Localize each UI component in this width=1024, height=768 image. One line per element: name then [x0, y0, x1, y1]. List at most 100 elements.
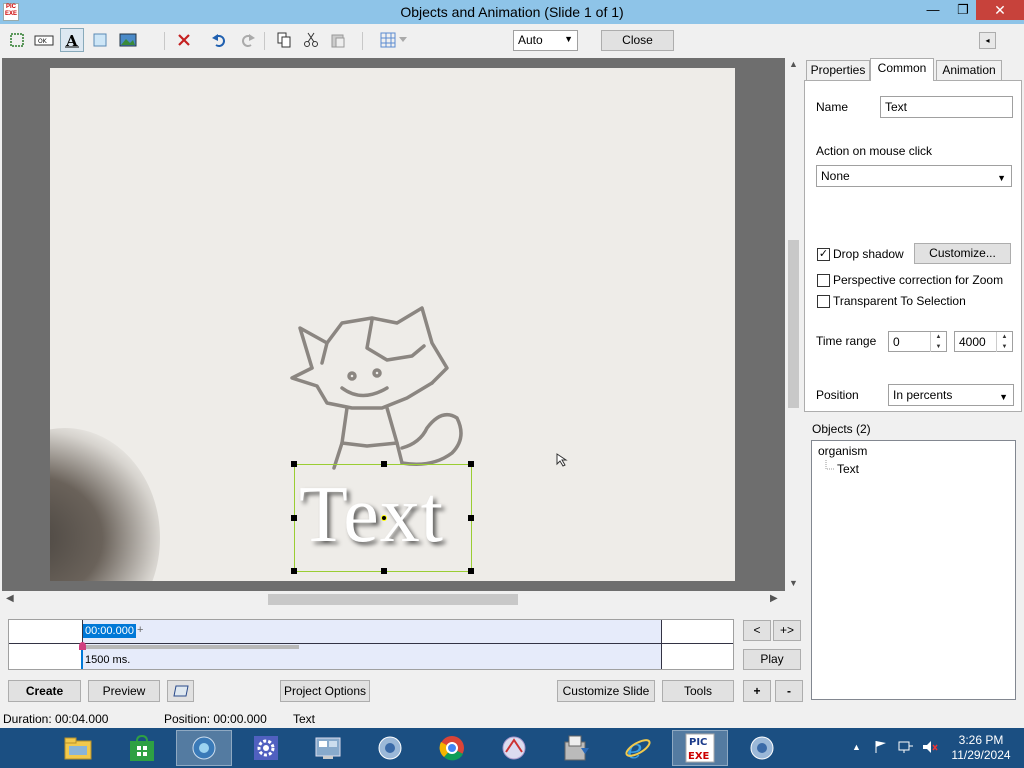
add-button-icon[interactable]: OK — [32, 28, 56, 52]
position-select[interactable]: In percents ▼ — [888, 384, 1014, 406]
scroll-left-icon[interactable]: ◀ — [6, 593, 14, 604]
maximize-button[interactable]: ❐ — [948, 0, 978, 20]
transparent-label: Transparent To Selection — [833, 294, 966, 308]
chrome-icon[interactable] — [424, 730, 480, 766]
undo-icon[interactable] — [207, 28, 231, 52]
clock[interactable]: 3:26 PM 11/29/2024 — [944, 733, 1018, 763]
timeline-keyframe-marker[interactable] — [79, 642, 86, 650]
time-range-start-input[interactable]: 0 ▲ ▼ — [888, 331, 947, 352]
drop-shadow-label: Drop shadow — [833, 247, 904, 261]
picture-to-exe-icon[interactable]: PIC EXE — [672, 730, 728, 766]
file-explorer-icon[interactable] — [50, 730, 106, 766]
canvas-vertical-scrollbar[interactable]: ▲ ▼ — [785, 58, 802, 591]
spinner-arrows-icon[interactable]: ▲ ▼ — [996, 332, 1012, 352]
grid-dropdown-icon[interactable] — [396, 28, 410, 52]
scroll-down-icon[interactable]: ▼ — [789, 578, 798, 588]
add-rectangle-icon[interactable] — [88, 28, 112, 52]
slide-view-icon — [172, 685, 189, 697]
add-object-button[interactable]: + — [743, 680, 771, 702]
remove-object-button[interactable]: - — [775, 680, 803, 702]
redo-icon[interactable] — [236, 28, 260, 52]
selected-text-object[interactable]: Text — [291, 461, 474, 574]
center-handle[interactable] — [381, 515, 387, 521]
resize-handle-se[interactable] — [468, 568, 474, 574]
perspective-label: Perspective correction for Zoom — [833, 273, 1004, 287]
status-bar: Duration: 00:04.000 Position: 00:00.000 … — [0, 711, 1024, 728]
objects-tree[interactable]: organism Text — [811, 440, 1016, 700]
scroll-up-icon[interactable]: ▲ — [789, 59, 798, 69]
tree-connector-icon — [825, 460, 835, 470]
customize-shadow-button[interactable]: Customize... — [914, 243, 1011, 264]
control-panel-icon[interactable] — [300, 730, 356, 766]
zoom-select[interactable]: Auto ▼ — [513, 30, 578, 51]
app-12-icon[interactable] — [734, 730, 790, 766]
organism-drawing[interactable] — [272, 268, 482, 478]
name-input[interactable]: Text — [880, 96, 1013, 118]
tab-properties[interactable]: Properties — [806, 60, 870, 80]
store-icon[interactable] — [114, 730, 170, 766]
close-window-button[interactable]: ✕ — [976, 0, 1024, 20]
timeline-divider — [9, 643, 733, 644]
action-select[interactable]: None ▼ — [816, 165, 1012, 187]
position-label: Position — [816, 388, 859, 402]
timeline-duration-bar[interactable] — [83, 645, 299, 649]
network-icon[interactable] — [898, 740, 914, 757]
chevron-down-icon: ▼ — [564, 34, 573, 44]
copy-icon[interactable] — [272, 28, 296, 52]
tools-button[interactable]: Tools — [662, 680, 734, 702]
resize-handle-s[interactable] — [381, 568, 387, 574]
delete-icon[interactable] — [172, 28, 196, 52]
spinner-arrows-icon[interactable]: ▲ ▼ — [930, 332, 946, 352]
slide-canvas-area[interactable]: Text — [2, 58, 785, 591]
resize-handle-sw[interactable] — [291, 568, 297, 574]
preview-button[interactable]: Preview — [88, 680, 160, 702]
tab-animation[interactable]: Animation — [936, 60, 1002, 80]
resize-handle-nw[interactable] — [291, 461, 297, 467]
text-object-content[interactable]: Text — [299, 469, 444, 561]
app-3-icon[interactable] — [176, 730, 232, 766]
scroll-right-icon[interactable]: ▶ — [770, 593, 778, 604]
close-button[interactable]: Close — [601, 30, 674, 51]
resize-handle-ne[interactable] — [468, 461, 474, 467]
volume-muted-icon[interactable] — [922, 740, 938, 757]
show-hidden-icons-icon[interactable]: ▲ — [852, 742, 861, 752]
timeline[interactable]: 00:00.000 + 1500 ms. — [8, 619, 734, 670]
add-text-icon[interactable]: A — [60, 28, 84, 52]
slide-canvas[interactable]: Text — [50, 68, 735, 581]
customize-slide-button[interactable]: Customize Slide — [557, 680, 655, 702]
vertical-scroll-thumb[interactable] — [788, 240, 799, 408]
perspective-checkbox[interactable] — [817, 274, 830, 287]
create-button[interactable]: Create — [8, 680, 81, 702]
internet-explorer-icon[interactable]: e — [610, 730, 666, 766]
tree-item-text[interactable]: Text — [837, 462, 859, 476]
timeline-next-button[interactable]: +> — [773, 620, 801, 641]
property-tabs: Properties Common Animation — [806, 58, 1022, 81]
slide-view-button[interactable] — [167, 680, 194, 702]
tab-common[interactable]: Common — [870, 58, 934, 81]
drop-shadow-checkbox[interactable]: ✓ — [817, 248, 830, 261]
app-8-icon[interactable] — [486, 730, 542, 766]
cut-icon[interactable] — [299, 28, 323, 52]
transparent-checkbox[interactable] — [817, 295, 830, 308]
action-center-icon[interactable] — [874, 740, 888, 757]
add-frame-icon[interactable] — [5, 28, 29, 52]
timeline-current-time[interactable]: 00:00.000 — [83, 624, 136, 638]
resize-handle-n[interactable] — [381, 461, 387, 467]
resize-handle-w[interactable] — [291, 515, 297, 521]
timeline-prev-button[interactable]: < — [743, 620, 771, 641]
play-button[interactable]: Play — [743, 649, 801, 670]
collapse-panel-button[interactable]: ◂ — [979, 32, 996, 49]
horizontal-scroll-thumb[interactable] — [268, 594, 518, 605]
minimize-button[interactable]: — — [918, 0, 948, 20]
paste-icon[interactable] — [326, 28, 350, 52]
installer-icon[interactable] — [548, 730, 604, 766]
time-range-end-input[interactable]: 4000 ▲ ▼ — [954, 331, 1013, 352]
canvas-horizontal-scrollbar[interactable]: ◀ ▶ — [2, 591, 785, 608]
project-options-button[interactable]: Project Options — [280, 680, 370, 702]
resize-handle-e[interactable] — [468, 515, 474, 521]
app-6-icon[interactable] — [362, 730, 418, 766]
tree-item-organism[interactable]: organism — [818, 444, 867, 458]
settings-icon[interactable] — [238, 730, 294, 766]
clock-time: 3:26 PM — [958, 733, 1004, 747]
add-image-icon[interactable] — [116, 28, 140, 52]
